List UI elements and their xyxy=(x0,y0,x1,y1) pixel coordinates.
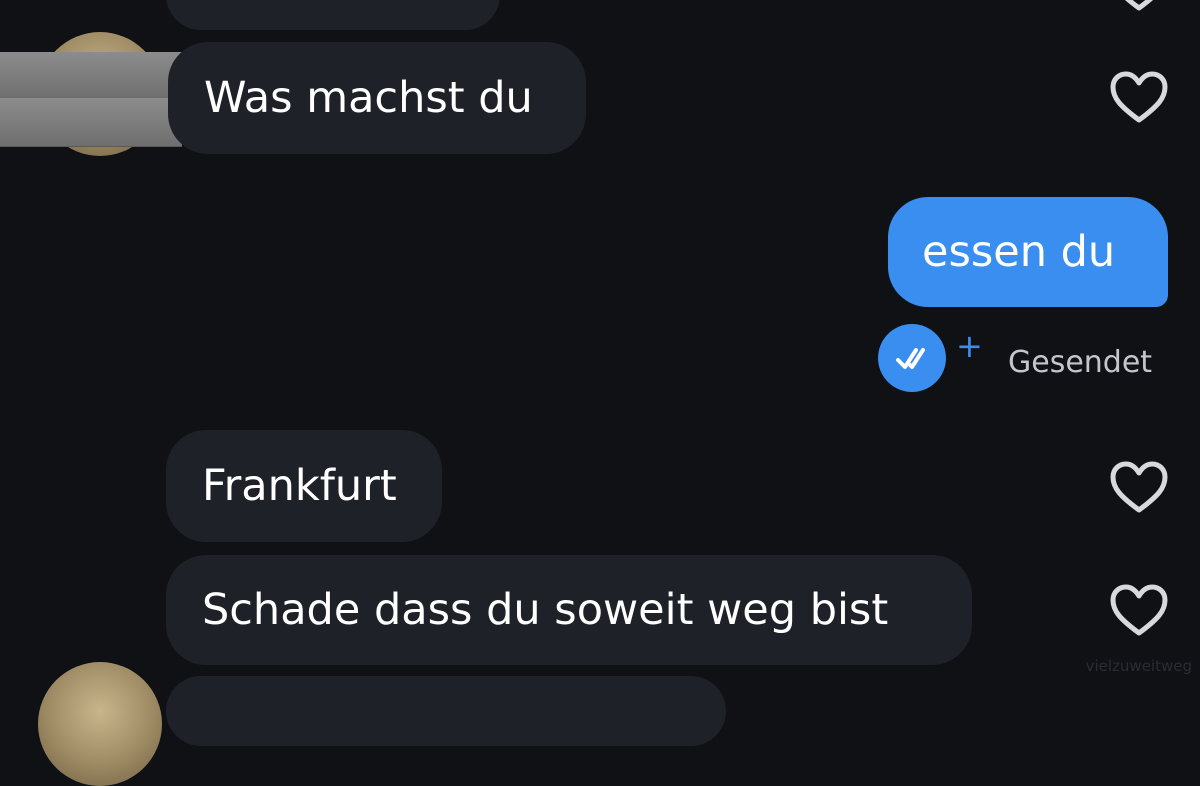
censor-block xyxy=(0,98,182,147)
message-bubble-received[interactable]: Was machst du xyxy=(168,42,586,154)
message-bubble-partial xyxy=(166,0,500,30)
sent-status-label: Gesendet xyxy=(1008,345,1153,380)
message-text: Was machst du xyxy=(204,72,533,123)
plus-icon[interactable]: + xyxy=(956,330,983,362)
like-heart-icon[interactable] xyxy=(1108,460,1170,516)
like-heart-icon[interactable] xyxy=(1108,70,1170,126)
message-text: Schade dass du soweit weg bist xyxy=(202,584,889,635)
censor-block xyxy=(0,52,182,99)
message-bubble-sent[interactable]: essen du xyxy=(888,197,1168,307)
message-bubble-received[interactable]: Schade dass du soweit weg bist xyxy=(166,555,972,665)
message-text: Frankfurt xyxy=(202,460,397,511)
message-bubble-partial xyxy=(166,676,726,746)
like-heart-icon-partial[interactable] xyxy=(1108,0,1170,14)
message-text: essen du xyxy=(922,226,1116,277)
double-check-icon xyxy=(878,324,946,392)
watermark: vielzuweitweg xyxy=(1085,657,1192,675)
message-bubble-received[interactable]: Frankfurt xyxy=(166,430,442,542)
like-heart-icon[interactable] xyxy=(1108,583,1170,639)
